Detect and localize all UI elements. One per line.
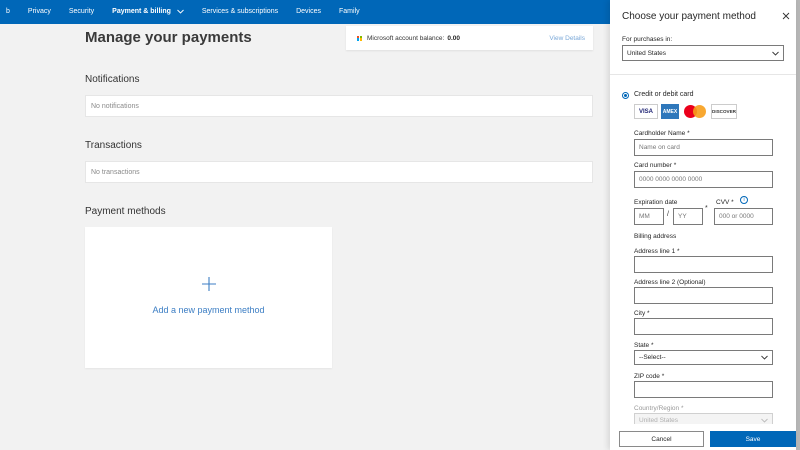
add-payment-method-label: Add a new payment method: [152, 305, 265, 315]
nav-item-payment-billing[interactable]: Payment & billing: [103, 0, 193, 24]
nav-item-family[interactable]: Family: [330, 0, 369, 24]
state-label: State *: [634, 342, 654, 349]
zip-input[interactable]: [634, 381, 773, 398]
add-payment-method-card[interactable]: Add a new payment method: [85, 227, 332, 368]
chevron-down-icon: [177, 9, 184, 14]
chevron-down-icon: [761, 355, 768, 360]
chevron-down-icon: [761, 418, 768, 423]
city-label: City *: [634, 310, 650, 317]
country-select-value: United States: [627, 49, 667, 57]
nav-item-devices[interactable]: Devices: [287, 0, 330, 24]
save-button[interactable]: Save: [710, 431, 796, 447]
nav-item-privacy[interactable]: Privacy: [19, 0, 60, 24]
credit-card-option-label: Credit or debit card: [634, 91, 694, 98]
country-select[interactable]: United States: [622, 45, 784, 61]
cvv-input[interactable]: 000 or 0000: [714, 208, 773, 225]
balance-label: Microsoft account balance:: [367, 34, 445, 42]
balance-card: Microsoft account balance: 0.00 View Det…: [346, 26, 593, 50]
state-select[interactable]: --Select--: [634, 350, 773, 365]
payment-method-panel: Choose your payment method For purchases…: [610, 0, 796, 450]
nav-item-cutoff[interactable]: b: [0, 0, 19, 24]
microsoft-logo-icon: [357, 35, 362, 41]
divider: [610, 74, 796, 75]
state-select-value: --Select--: [639, 354, 666, 361]
scrollbar-track[interactable]: [796, 0, 800, 450]
country-region-value: United States: [639, 417, 679, 424]
address1-label: Address line 1 *: [634, 248, 680, 255]
expiration-label: Expiration date: [634, 199, 678, 206]
country-region-label: Country/Region *: [634, 405, 684, 412]
balance-value: 0.00: [447, 34, 460, 42]
cardholder-label: Cardholder Name *: [634, 130, 690, 137]
cancel-button[interactable]: Cancel: [619, 431, 704, 447]
nav-item-services-subscriptions[interactable]: Services & subscriptions: [193, 0, 287, 24]
transactions-empty: No transactions: [85, 161, 593, 183]
view-details-link[interactable]: View Details: [549, 35, 585, 42]
amex-logo: AMEX: [661, 104, 679, 119]
card-number-label: Card number *: [634, 162, 677, 169]
address1-input[interactable]: [634, 256, 773, 273]
cvv-label: CVV *: [716, 199, 734, 206]
info-icon[interactable]: i: [740, 196, 748, 204]
panel-title: Choose your payment method: [622, 11, 756, 22]
payment-methods-title: Payment methods: [85, 206, 166, 217]
address2-label: Address line 2 (Optional): [634, 279, 706, 286]
nav-item-payment-billing-label: Payment & billing: [112, 8, 171, 15]
visa-logo: VISA: [634, 104, 658, 119]
transactions-title: Transactions: [85, 140, 142, 151]
cardholder-name-input[interactable]: Name on card: [634, 139, 773, 156]
card-number-input[interactable]: 0000 0000 0000 0000: [634, 171, 773, 188]
zip-label: ZIP code *: [634, 373, 665, 380]
exp-separator: /: [667, 211, 669, 218]
nav-item-security[interactable]: Security: [60, 0, 103, 24]
plus-icon: [202, 277, 216, 291]
city-input[interactable]: [634, 318, 773, 335]
notifications-title: Notifications: [85, 74, 140, 85]
discover-logo: DISCOVER: [711, 104, 737, 119]
exp-month-input[interactable]: MM: [634, 208, 664, 225]
chevron-down-icon: [772, 51, 779, 56]
billing-address-label: Billing address: [634, 233, 677, 240]
purchases-label: For purchases in:: [622, 36, 673, 43]
page-title: Manage your payments: [85, 29, 252, 46]
exp-year-input[interactable]: YY: [673, 208, 703, 225]
credit-card-radio[interactable]: [622, 92, 629, 99]
address2-input[interactable]: [634, 287, 773, 304]
exp-required-asterisk: *: [705, 205, 708, 212]
notifications-empty: No notifications: [85, 95, 593, 117]
mastercard-logo: [683, 104, 707, 119]
close-icon[interactable]: [782, 12, 790, 20]
